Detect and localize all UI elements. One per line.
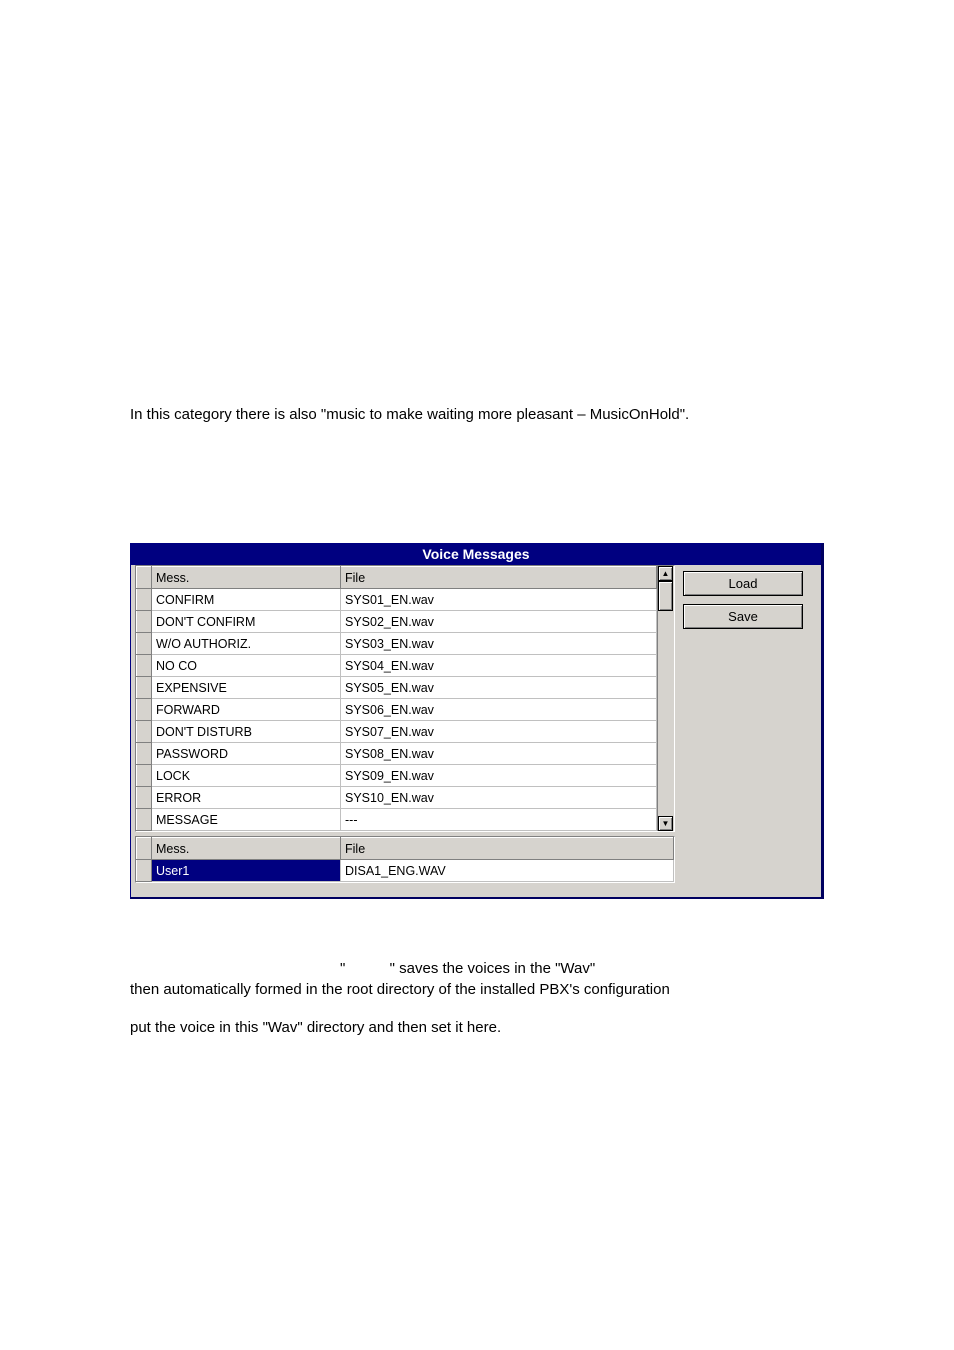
row-header[interactable] — [137, 677, 152, 699]
grid1[interactable]: Mess. File CONFIRMSYS01_EN.wavDON'T CONF… — [136, 566, 657, 831]
after-text-block: " " saves the voices in the "Wav" then a… — [130, 959, 824, 1038]
row-header[interactable] — [137, 611, 152, 633]
row-header[interactable] — [137, 699, 152, 721]
row-header[interactable] — [137, 743, 152, 765]
load-button[interactable]: Load — [683, 571, 803, 596]
table-row[interactable]: EXPENSIVESYS05_EN.wav — [137, 677, 657, 699]
table-row[interactable]: CONFIRMSYS01_EN.wav — [137, 589, 657, 611]
row-header[interactable] — [137, 589, 152, 611]
cell-mess[interactable]: PASSWORD — [152, 743, 341, 765]
cell-mess[interactable]: DON'T DISTURB — [152, 721, 341, 743]
grid1-container: Mess. File CONFIRMSYS01_EN.wavDON'T CONF… — [135, 565, 675, 832]
cell-file[interactable]: SYS10_EN.wav — [341, 787, 657, 809]
cell-file[interactable]: SYS07_EN.wav — [341, 721, 657, 743]
after-line1-quote1: " — [340, 960, 345, 977]
cell-file[interactable]: --- — [341, 809, 657, 831]
after-line2: then automatically formed in the root di… — [130, 980, 824, 1000]
cell-mess[interactable]: EXPENSIVE — [152, 677, 341, 699]
grid2-header-mess[interactable]: Mess. — [152, 838, 341, 860]
table-row[interactable]: PASSWORDSYS08_EN.wav — [137, 743, 657, 765]
grid1-header-mess[interactable]: Mess. — [152, 567, 341, 589]
cell-mess[interactable]: User1 — [152, 860, 341, 882]
cell-file[interactable]: DISA1_ENG.WAV — [341, 860, 674, 882]
cell-file[interactable]: SYS09_EN.wav — [341, 765, 657, 787]
cell-mess[interactable]: MESSAGE — [152, 809, 341, 831]
grid2-header-row: Mess. File — [137, 838, 674, 860]
voice-messages-panel: Voice Messages Mess. File — [130, 543, 824, 899]
table-row[interactable]: ERRORSYS10_EN.wav — [137, 787, 657, 809]
cell-mess[interactable]: DON'T CONFIRM — [152, 611, 341, 633]
buttons-column: Load Save — [675, 565, 813, 637]
grid1-header-row: Mess. File — [137, 567, 657, 589]
table-row[interactable]: LOCKSYS09_EN.wav — [137, 765, 657, 787]
scroll-down-icon[interactable]: ▼ — [658, 816, 673, 831]
panel-body: Mess. File CONFIRMSYS01_EN.wavDON'T CONF… — [131, 565, 821, 897]
grid1-scrollbar[interactable]: ▲ ▼ — [657, 566, 674, 831]
row-header[interactable] — [137, 765, 152, 787]
cell-mess[interactable]: W/O AUTHORIZ. — [152, 633, 341, 655]
tables-column: Mess. File CONFIRMSYS01_EN.wavDON'T CONF… — [135, 565, 675, 887]
scroll-up-icon[interactable]: ▲ — [658, 566, 673, 581]
grid1-header-file[interactable]: File — [341, 567, 657, 589]
cell-mess[interactable]: ERROR — [152, 787, 341, 809]
row-header[interactable] — [137, 633, 152, 655]
grid2[interactable]: Mess. File User1DISA1_ENG.WAV — [136, 837, 674, 882]
cell-file[interactable]: SYS08_EN.wav — [341, 743, 657, 765]
screenshot-figure: Voice Messages Mess. File — [130, 543, 824, 899]
table-row[interactable]: DON'T CONFIRMSYS02_EN.wav — [137, 611, 657, 633]
table-row[interactable]: NO COSYS04_EN.wav — [137, 655, 657, 677]
intro-paragraph: In this category there is also "music to… — [130, 405, 824, 425]
cell-mess[interactable]: FORWARD — [152, 699, 341, 721]
row-header[interactable] — [137, 809, 152, 831]
cell-mess[interactable]: NO CO — [152, 655, 341, 677]
cell-mess[interactable]: LOCK — [152, 765, 341, 787]
cell-file[interactable]: SYS02_EN.wav — [341, 611, 657, 633]
cell-file[interactable]: SYS05_EN.wav — [341, 677, 657, 699]
cell-file[interactable]: SYS03_EN.wav — [341, 633, 657, 655]
panel-title: Voice Messages — [131, 544, 821, 565]
row-header[interactable] — [137, 860, 152, 882]
scroll-thumb[interactable] — [658, 581, 673, 611]
cell-file[interactable]: SYS06_EN.wav — [341, 699, 657, 721]
cell-file[interactable]: SYS01_EN.wav — [341, 589, 657, 611]
cell-file[interactable]: SYS04_EN.wav — [341, 655, 657, 677]
row-header[interactable] — [137, 721, 152, 743]
grid2-corner — [137, 838, 152, 860]
grid2-header-file[interactable]: File — [341, 838, 674, 860]
row-header[interactable] — [137, 787, 152, 809]
save-button[interactable]: Save — [683, 604, 803, 629]
after-line3: put the voice in this "Wav" directory an… — [130, 1018, 824, 1038]
table-row[interactable]: DON'T DISTURBSYS07_EN.wav — [137, 721, 657, 743]
table-row[interactable]: FORWARDSYS06_EN.wav — [137, 699, 657, 721]
document-page: In this category there is also "music to… — [0, 0, 954, 1350]
table-row[interactable]: MESSAGE--- — [137, 809, 657, 831]
grid2-container: Mess. File User1DISA1_ENG.WAV — [135, 836, 675, 883]
after-line1-rest: " saves the voices in the "Wav" — [390, 960, 596, 977]
table-row[interactable]: W/O AUTHORIZ.SYS03_EN.wav — [137, 633, 657, 655]
row-header[interactable] — [137, 655, 152, 677]
grid1-corner — [137, 567, 152, 589]
table-row[interactable]: User1DISA1_ENG.WAV — [137, 860, 674, 882]
cell-mess[interactable]: CONFIRM — [152, 589, 341, 611]
